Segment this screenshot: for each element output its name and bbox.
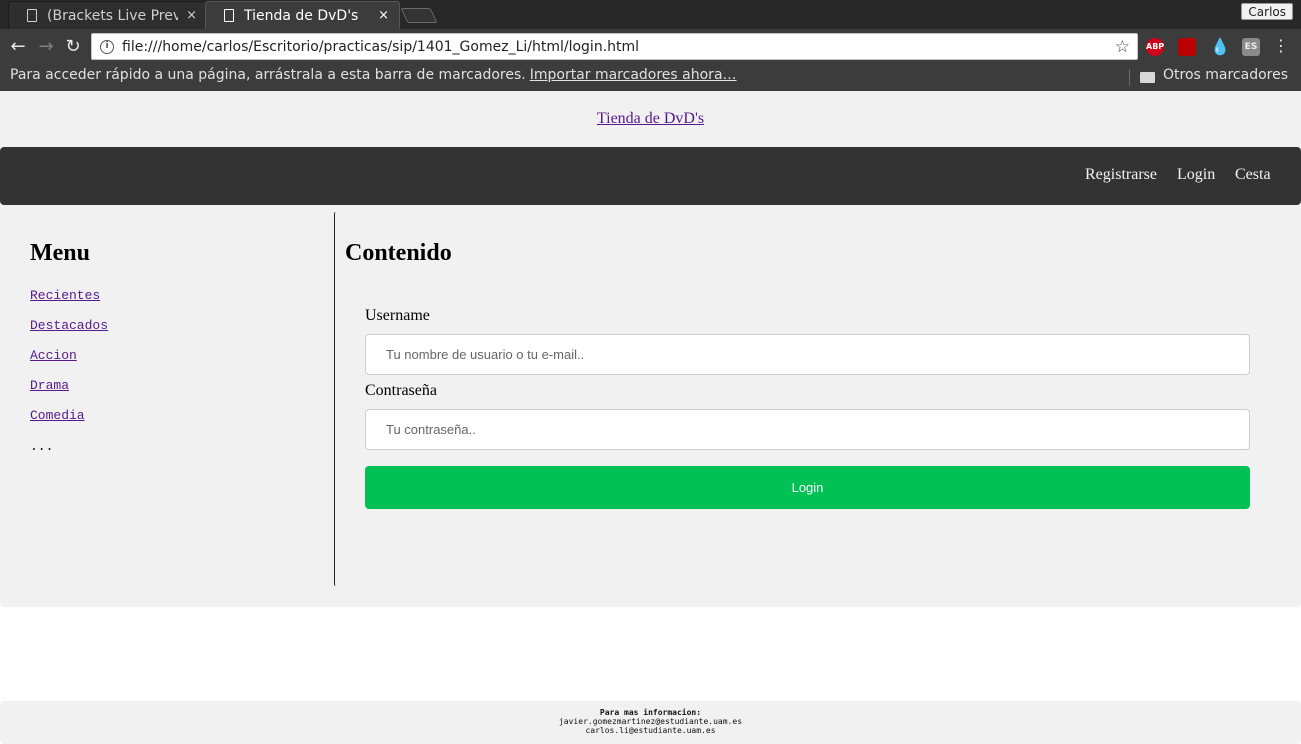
bookmarks-hint: Para acceder rápido a una página, arrást… xyxy=(10,67,737,83)
site-title-link[interactable]: Tienda de DvD's xyxy=(597,110,704,127)
nav-registrarse[interactable]: Registrarse xyxy=(1085,166,1157,184)
page-footer: Para mas informacion: javier.gomezmartin… xyxy=(0,701,1301,744)
sidebar: Menu Recientes Destacados Accion Drama C… xyxy=(0,205,335,607)
password-label: Contraseña xyxy=(365,382,437,399)
sidebar-item-destacados[interactable]: Destacados xyxy=(30,318,108,333)
close-icon[interactable]: × xyxy=(378,8,389,23)
footer-email: carlos.li@estudiante.uam.es xyxy=(585,726,716,735)
back-arrow-icon[interactable]: ← xyxy=(7,36,29,58)
login-button[interactable]: Login xyxy=(365,466,1250,509)
address-bar[interactable]: i file:///home/carlos/Escritorio/practic… xyxy=(91,33,1138,60)
password-input[interactable] xyxy=(365,409,1250,450)
bookmarks-bar: Para acceder rápido a una página, arrást… xyxy=(0,64,1301,91)
profile-button[interactable]: Carlos xyxy=(1241,3,1293,20)
close-icon[interactable]: × xyxy=(186,8,197,23)
url-text[interactable]: file:///home/carlos/Escritorio/practicas… xyxy=(122,39,1115,55)
bookmarks-separator xyxy=(1129,69,1130,86)
sidebar-item-recientes[interactable]: Recientes xyxy=(30,288,100,303)
browser-toolbar: ← → ↻ i file:///home/carlos/Escritorio/p… xyxy=(0,29,1301,64)
adblock-plus-icon[interactable]: ABP xyxy=(1146,38,1164,56)
bookmarks-hint-text: Para acceder rápido a una página, arrást… xyxy=(10,67,526,83)
main-area: Menu Recientes Destacados Accion Drama C… xyxy=(0,205,1301,607)
sidebar-item-accion[interactable]: Accion xyxy=(30,348,77,363)
content-panel: Contenido Username Contraseña Login xyxy=(345,205,1301,607)
footer-email: javier.gomezmartinez@estudiante.uam.es xyxy=(558,717,743,726)
other-bookmarks-button[interactable]: Otros marcadores xyxy=(1163,67,1288,83)
page-icon xyxy=(27,9,37,22)
sidebar-item-comedia[interactable]: Comedia xyxy=(30,408,85,423)
reload-icon[interactable]: ↻ xyxy=(62,36,84,58)
nav-cesta[interactable]: Cesta xyxy=(1235,166,1271,184)
info-icon[interactable]: i xyxy=(100,39,114,54)
drop-icon[interactable]: 💧 xyxy=(1210,38,1230,56)
folder-icon[interactable] xyxy=(1140,72,1155,83)
forward-arrow-icon[interactable]: → xyxy=(35,36,57,58)
top-nav: Registrarse Login Cesta xyxy=(0,147,1301,205)
tab-tienda-dvds[interactable]: Tienda de DvD's × xyxy=(205,1,400,29)
tab-title: (Brackets Live Prev xyxy=(47,7,179,24)
new-tab-button[interactable] xyxy=(400,8,438,23)
bookmark-star-icon[interactable]: ☆ xyxy=(1115,37,1130,57)
username-label: Username xyxy=(365,307,430,324)
footer-title: Para mas informacion: xyxy=(599,708,702,717)
page-icon xyxy=(224,9,234,22)
language-es-icon[interactable]: ES xyxy=(1242,38,1260,56)
page-header: Tienda de DvD's xyxy=(0,91,1301,147)
sidebar-item-drama[interactable]: Drama xyxy=(30,378,69,393)
extension-red-icon[interactable] xyxy=(1178,38,1196,56)
tab-title: Tienda de DvD's xyxy=(244,7,359,24)
tab-brackets-live-preview[interactable]: (Brackets Live Prev × xyxy=(8,1,208,29)
import-bookmarks-link[interactable]: Importar marcadores ahora… xyxy=(530,67,737,83)
browser-menu-icon[interactable]: ⋮ xyxy=(1273,37,1289,55)
content-heading: Contenido xyxy=(345,240,452,266)
username-input[interactable] xyxy=(365,334,1250,375)
sidebar-divider xyxy=(334,212,336,586)
nav-login[interactable]: Login xyxy=(1177,166,1215,184)
sidebar-more: ... xyxy=(30,439,54,454)
sidebar-heading: Menu xyxy=(30,240,90,266)
web-page: Tienda de DvD's Registrarse Login Cesta … xyxy=(0,91,1301,744)
tab-strip: (Brackets Live Prev × Tienda de DvD's × … xyxy=(0,0,1301,29)
site-title-container: Tienda de DvD's xyxy=(0,110,1301,128)
